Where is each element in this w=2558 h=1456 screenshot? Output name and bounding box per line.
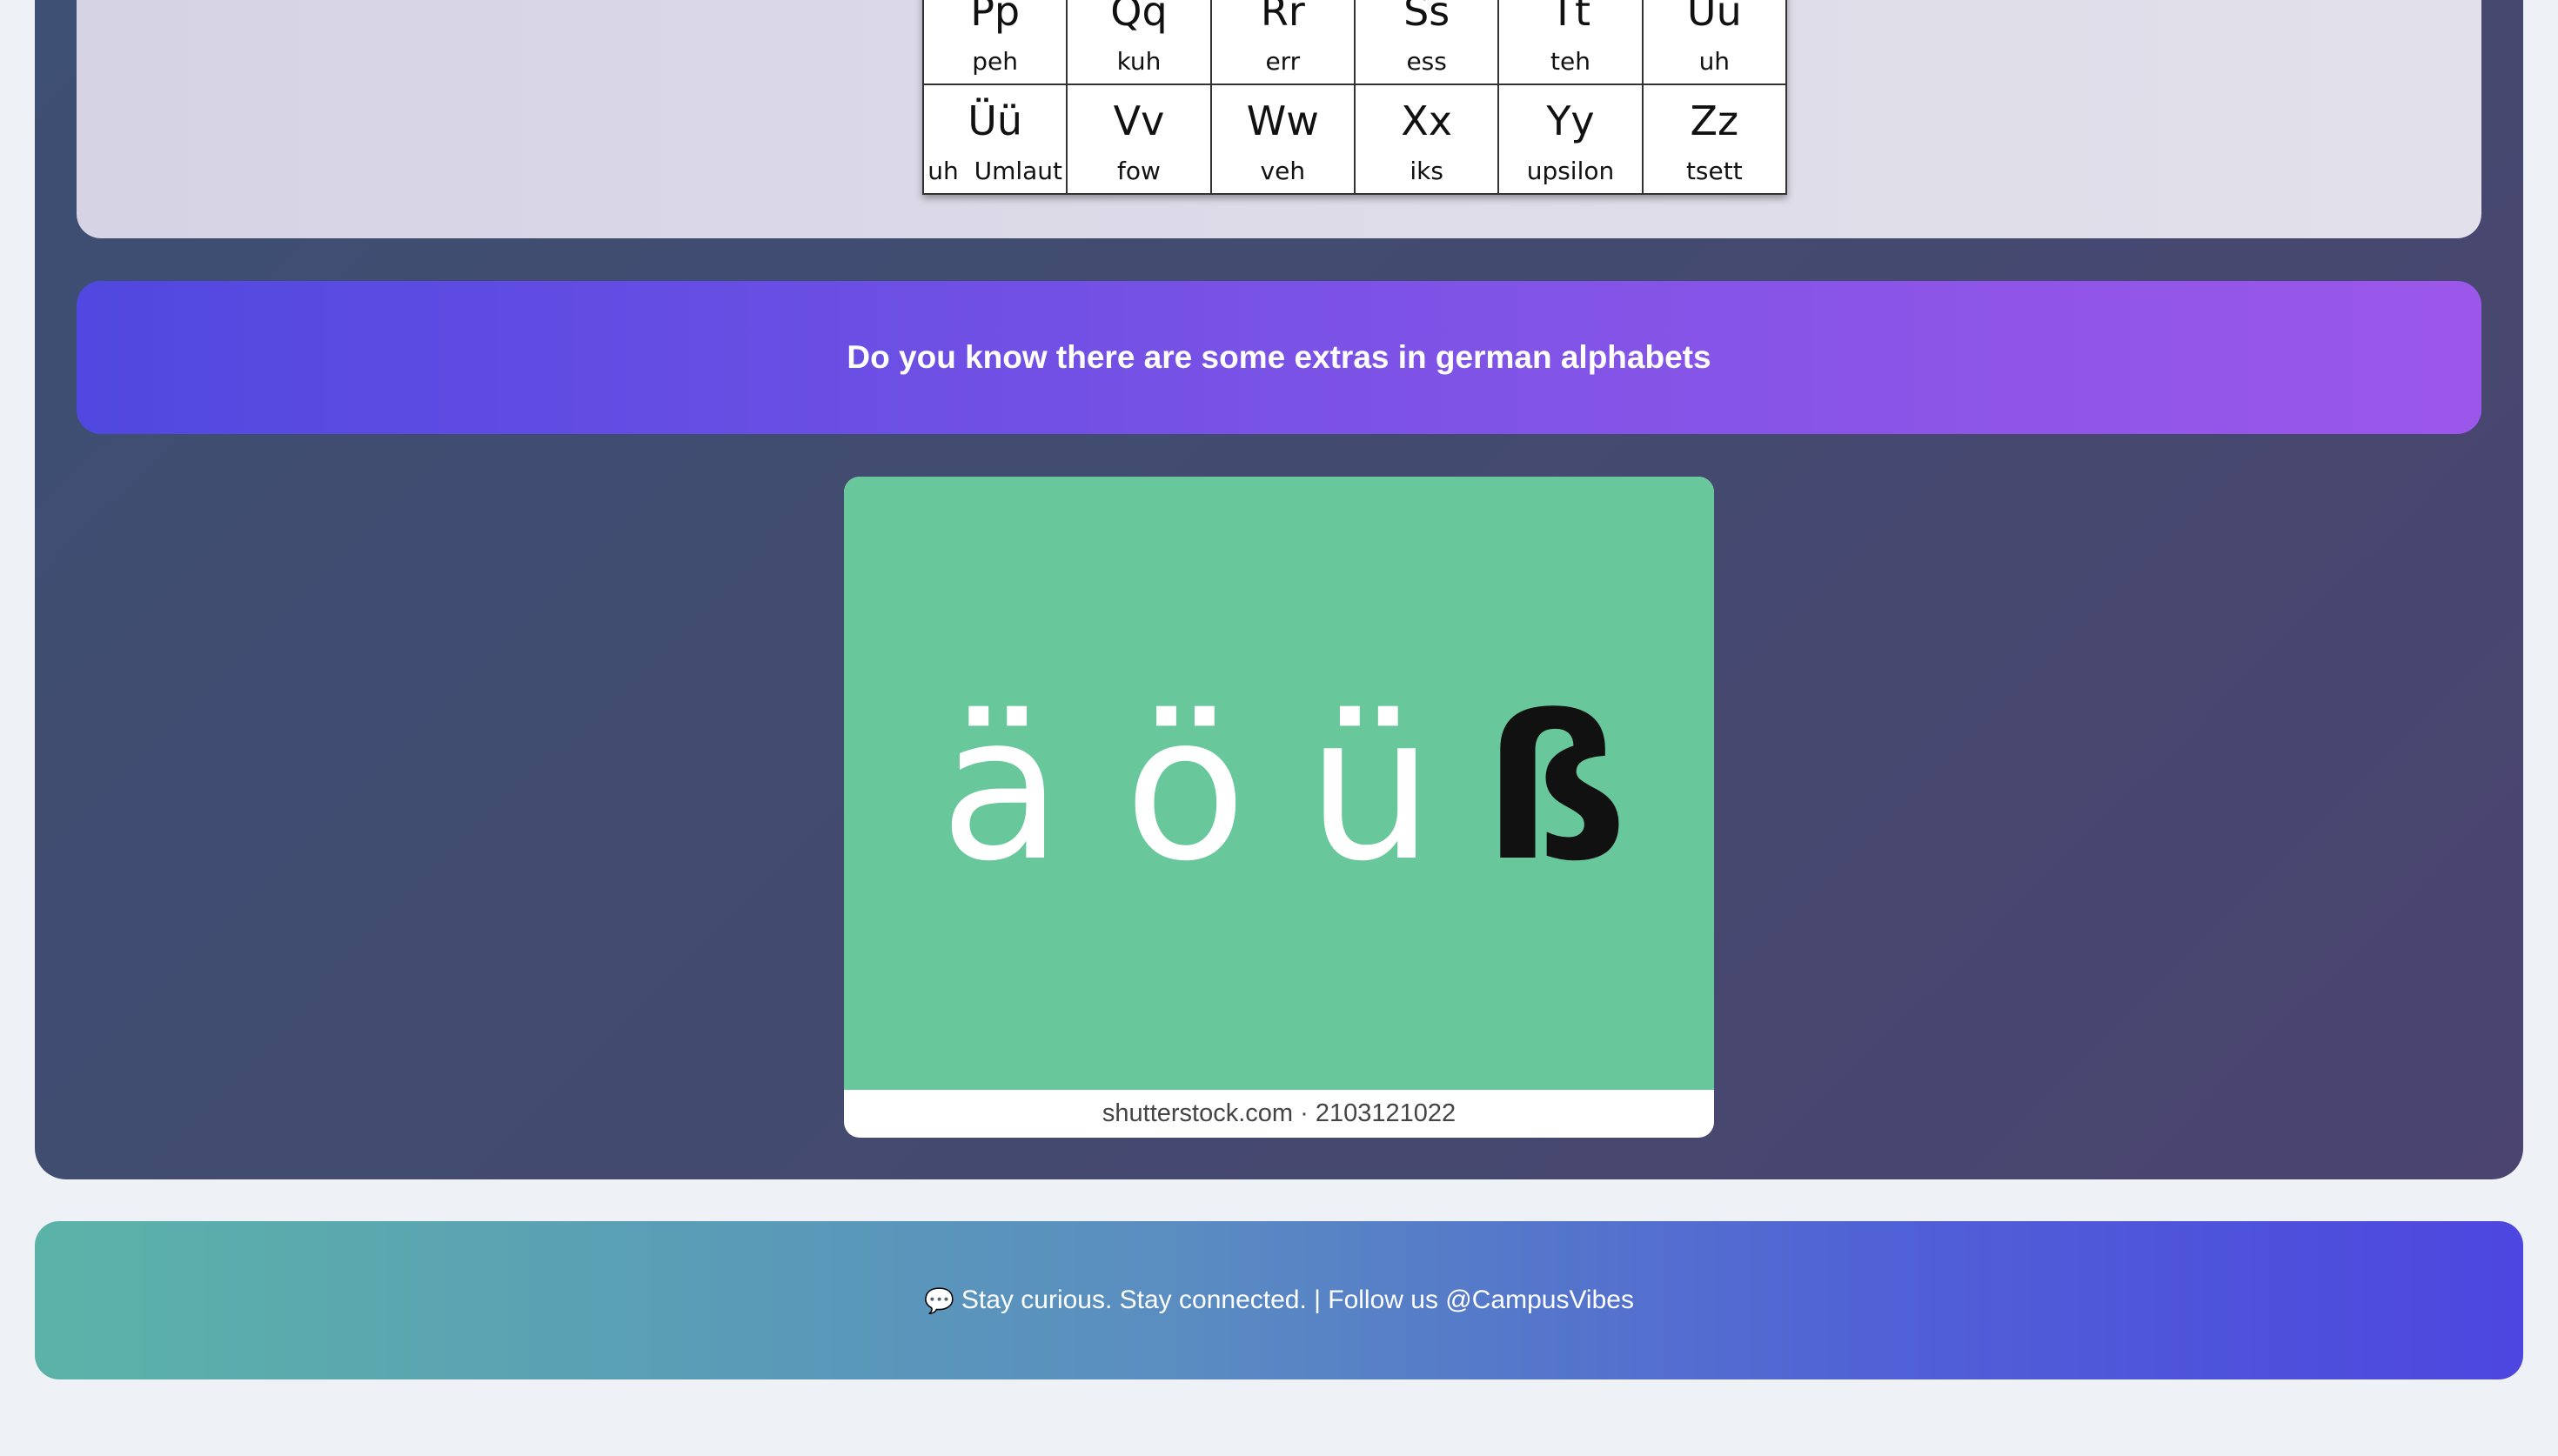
- umlaut-glyph-o: ö: [1124, 673, 1247, 905]
- alphabet-pronunciation: kuh: [1116, 47, 1162, 76]
- alphabet-chart: Pp peh Qq kuh Rr err Ss ess Tt teh Uu uh Üü uh …: [921, 0, 1788, 195]
- alphabet-cell: Ss ess: [1353, 0, 1500, 85]
- alphabet-pronunciation: ess: [1406, 47, 1447, 76]
- alphabet-cell: Uu uh: [1641, 0, 1788, 85]
- alphabet-pronunciation: uh Umlaut: [927, 157, 1063, 185]
- content-section: Pp peh Qq kuh Rr err Ss ess Tt teh Uu uh Üü uh …: [35, 0, 2523, 1179]
- banner-text: Do you know there are some extras in ger…: [847, 339, 1711, 375]
- alphabet-card: Pp peh Qq kuh Rr err Ss ess Tt teh Uu uh Üü uh …: [77, 0, 2481, 238]
- alphabet-letter: Zz: [1690, 97, 1739, 144]
- alphabet-pronunciation: upsilon: [1526, 157, 1615, 185]
- alphabet-cell: Xx iks: [1353, 83, 1500, 195]
- speech-bubble-icon: 💬: [924, 1286, 954, 1314]
- alphabet-letter: Uu: [1686, 0, 1742, 35]
- image-caption: shutterstock.com · 2103121022: [1102, 1099, 1456, 1127]
- alphabet-pronunciation: tsett: [1685, 157, 1743, 185]
- alphabet-cell: Vv fow: [1066, 83, 1212, 195]
- alphabet-cell: Zz tsett: [1641, 83, 1788, 195]
- alphabet-pronunciation: uh: [1698, 47, 1731, 76]
- umlaut-image-background: ä ö ü ß: [844, 477, 1714, 1090]
- footer-text: Stay curious. Stay connected. | Follow u…: [961, 1286, 1634, 1314]
- alphabet-row: Üü uh Umlaut Vv fow Ww veh Xx iks Yy upsilon …: [921, 83, 1788, 195]
- alphabet-pronunciation: fow: [1117, 157, 1161, 185]
- page: Pp peh Qq kuh Rr err Ss ess Tt teh Uu uh Üü uh …: [0, 0, 2558, 1456]
- alphabet-letter: Tt: [1550, 0, 1591, 35]
- alphabet-cell: Yy upsilon: [1497, 83, 1644, 195]
- umlaut-image: ä ö ü ß shutterstock.com · 2103121022: [844, 477, 1714, 1138]
- alphabet-pronunciation: teh: [1550, 47, 1590, 76]
- alphabet-cell: Üü uh Umlaut: [921, 83, 1068, 195]
- umlaut-glyph-a: ä: [940, 673, 1062, 905]
- footer: 💬 Stay curious. Stay connected. | Follow…: [35, 1221, 2523, 1379]
- alphabet-letter: Vv: [1113, 97, 1165, 144]
- alphabet-letter: Yy: [1546, 97, 1595, 144]
- alphabet-row: Pp peh Qq kuh Rr err Ss ess Tt teh Uu uh: [921, 0, 1788, 85]
- alphabet-letter: Üü: [968, 97, 1023, 144]
- alphabet-pronunciation: peh: [972, 47, 1019, 76]
- alphabet-pronunciation: iks: [1410, 157, 1443, 185]
- alphabet-letter: Pp: [970, 0, 1021, 35]
- alphabet-cell: Tt teh: [1497, 0, 1644, 85]
- alphabet-pronunciation: err: [1265, 47, 1301, 76]
- alphabet-letter: Rr: [1260, 0, 1305, 35]
- alphabet-pronunciation: veh: [1260, 157, 1306, 185]
- alphabet-letter: Ss: [1403, 0, 1450, 35]
- alphabet-cell: Pp peh: [921, 0, 1068, 85]
- alphabet-cell: Qq kuh: [1066, 0, 1212, 85]
- eszett-glyph: ß: [1483, 673, 1628, 905]
- alphabet-letter: Qq: [1110, 0, 1168, 35]
- alphabet-cell: Ww veh: [1209, 83, 1356, 195]
- alphabet-letter: Ww: [1246, 97, 1319, 144]
- umlaut-glyph-u: ü: [1307, 673, 1434, 905]
- alphabet-letter: Xx: [1401, 97, 1453, 144]
- alphabet-cell: Rr err: [1209, 0, 1356, 85]
- extras-banner: Do you know there are some extras in ger…: [77, 281, 2481, 434]
